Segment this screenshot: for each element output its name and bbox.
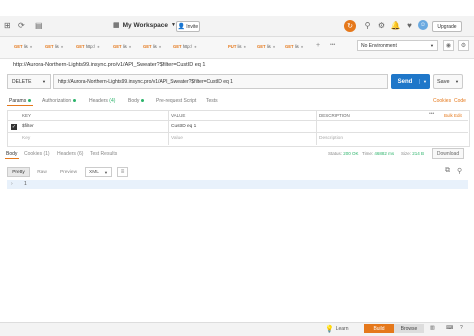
line-number: 1 — [24, 181, 27, 187]
chevron-down-icon: ▼ — [430, 43, 434, 48]
tab-tests[interactable]: Tests — [206, 98, 218, 104]
workspace-label: My Workspace — [122, 21, 169, 29]
bulk-edit-link[interactable]: Bulk Edit — [444, 113, 462, 118]
help-icon[interactable]: ? — [460, 325, 463, 331]
chevron-down-icon: ▼ — [455, 79, 459, 84]
new-value-input[interactable]: Value — [171, 136, 183, 141]
tab-params[interactable]: Params — [9, 98, 32, 104]
response-time: Time: 46882 ms — [362, 151, 395, 156]
wrap-lines-button[interactable]: ≡ — [117, 167, 128, 177]
url-text: http://Aurora-Northern-Lights99.insync.p… — [58, 78, 233, 85]
response-tab-headers[interactable]: Headers (6) — [57, 151, 83, 157]
column-header-description: DESCRIPTION — [319, 113, 350, 118]
build-button[interactable]: Build — [364, 324, 394, 333]
history-icon[interactable]: ▤ — [35, 21, 43, 30]
manage-environments-button[interactable]: ⚙ — [458, 40, 469, 51]
response-tab-body[interactable]: Body — [6, 151, 17, 157]
response-status: Status: 200 OK — [328, 151, 359, 156]
chevron-down-icon: ▼ — [42, 79, 46, 84]
more-options-icon[interactable]: ••• — [429, 111, 434, 117]
fold-icon[interactable]: › — [11, 181, 13, 187]
send-label: Send — [397, 78, 413, 85]
add-user-icon: 👤 — [177, 24, 186, 30]
request-tab[interactable]: GET http:/● — [173, 44, 197, 49]
environment-quick-look-button[interactable]: ◉ — [443, 40, 454, 51]
settings-icon[interactable]: ⚙ — [376, 20, 387, 31]
url-input[interactable]: http://Aurora-Northern-Lights99.insync.p… — [53, 74, 388, 89]
request-tab[interactable]: PUT lis ● — [228, 44, 246, 49]
chevron-down-icon: ▼ — [104, 169, 108, 175]
environment-label: No Environment — [361, 42, 397, 49]
tab-headers[interactable]: Headers (4) — [89, 98, 115, 104]
format-type-select[interactable]: XML ▼ — [85, 167, 112, 177]
cookies-link[interactable]: Cookies — [433, 98, 451, 104]
request-tab[interactable]: GET lis ● — [113, 44, 131, 49]
layout-icon[interactable]: ▥ — [430, 325, 435, 331]
param-key[interactable]: $filter — [22, 124, 34, 129]
workspace-selector[interactable]: ▦ My Workspace ▼ — [113, 21, 176, 30]
response-tab-test-results[interactable]: Test Results — [90, 151, 117, 157]
new-tab-icon[interactable]: ⊞ — [4, 21, 11, 30]
code-link[interactable]: Code — [454, 98, 466, 104]
format-pretty-button[interactable]: Pretty — [7, 167, 30, 177]
table-row: Key Value Description — [7, 133, 468, 144]
invite-label: Invite — [186, 23, 199, 30]
interceptor-icon[interactable]: ⚲ — [362, 20, 373, 31]
column-header-key: KEY — [22, 113, 32, 118]
method-label: DELETE — [12, 78, 32, 85]
download-button[interactable]: Download — [432, 148, 464, 159]
tab-authorization[interactable]: Authorization — [42, 98, 77, 104]
search-icon[interactable]: ⚲ — [457, 167, 462, 175]
send-button[interactable]: Send ▼ — [391, 74, 430, 89]
sync-icon[interactable]: ⟳ — [18, 21, 25, 30]
tab-prerequest-script[interactable]: Pre-request Script — [156, 98, 196, 104]
format-raw-button[interactable]: Raw — [31, 167, 53, 177]
request-title: http://Aurora-Northern-Lights99.insync.p… — [13, 62, 206, 68]
request-tab[interactable]: GET http:/● — [76, 44, 100, 49]
gear-icon: ⚙ — [460, 43, 467, 49]
format-preview-button[interactable]: Preview — [55, 167, 82, 177]
learn-button[interactable]: 💡 Learn — [325, 325, 349, 333]
param-value[interactable]: CustID eq 1 — [171, 124, 196, 129]
response-editor-line: › 1 — [7, 180, 468, 189]
row-enabled-checkbox[interactable]: ✓ — [11, 124, 17, 130]
browse-button[interactable]: Browse — [394, 324, 424, 333]
request-tab[interactable]: GET lis ● — [257, 44, 275, 49]
request-tab[interactable]: GET lis ● — [45, 44, 63, 49]
lightbulb-icon: 💡 — [325, 326, 334, 333]
tabs-menu-icon[interactable]: ••• — [330, 42, 335, 48]
workspace-grid-icon: ▦ — [113, 22, 120, 29]
add-tab-icon[interactable]: + — [316, 42, 320, 49]
upgrade-label: Upgrade — [437, 23, 457, 30]
keyboard-icon[interactable]: ⌨ — [446, 325, 453, 331]
save-button[interactable]: Save ▼ — [433, 74, 463, 89]
response-tab-cookies[interactable]: Cookies (1) — [24, 151, 50, 157]
active-tab-indicator — [5, 158, 19, 159]
chevron-down-icon[interactable]: ▼ — [419, 79, 430, 84]
invite-button[interactable]: 👤 Invite — [176, 21, 200, 32]
environment-select[interactable]: No Environment ▼ — [357, 40, 438, 51]
new-description-input[interactable]: Description — [319, 136, 343, 141]
top-header: ⊞ ⟳ ▤ ▦ My Workspace ▼ 👤 Invite ↻ ⚲ ⚙ 🔔 … — [0, 16, 474, 37]
eye-icon: ◉ — [445, 43, 452, 49]
avatar[interactable]: ☺ — [418, 20, 428, 30]
request-tab[interactable]: GET lis ● — [14, 44, 32, 49]
method-select[interactable]: DELETE ▼ — [7, 74, 51, 89]
response-editor[interactable] — [7, 189, 468, 319]
table-row: ✓ $filter CustID eq 1 — [7, 121, 468, 132]
notifications-icon[interactable]: 🔔 — [390, 20, 401, 31]
upgrade-button[interactable]: Upgrade — [432, 21, 462, 32]
new-key-input[interactable]: Key — [22, 136, 30, 141]
active-tab-indicator — [7, 105, 33, 106]
save-label: Save — [437, 78, 450, 85]
response-size: Size: 214 B — [401, 151, 425, 156]
tab-body[interactable]: Body — [128, 98, 145, 104]
favorite-icon[interactable]: ♥ — [404, 20, 415, 31]
request-tab[interactable]: GET lis ● — [143, 44, 161, 49]
wrap-icon: ≡ — [120, 169, 125, 175]
request-tab[interactable]: GET lis ● — [285, 44, 303, 49]
column-header-value: VALUE — [171, 113, 186, 118]
sync-status-icon[interactable]: ↻ — [344, 20, 356, 32]
copy-icon[interactable]: ⧉ — [445, 167, 450, 175]
